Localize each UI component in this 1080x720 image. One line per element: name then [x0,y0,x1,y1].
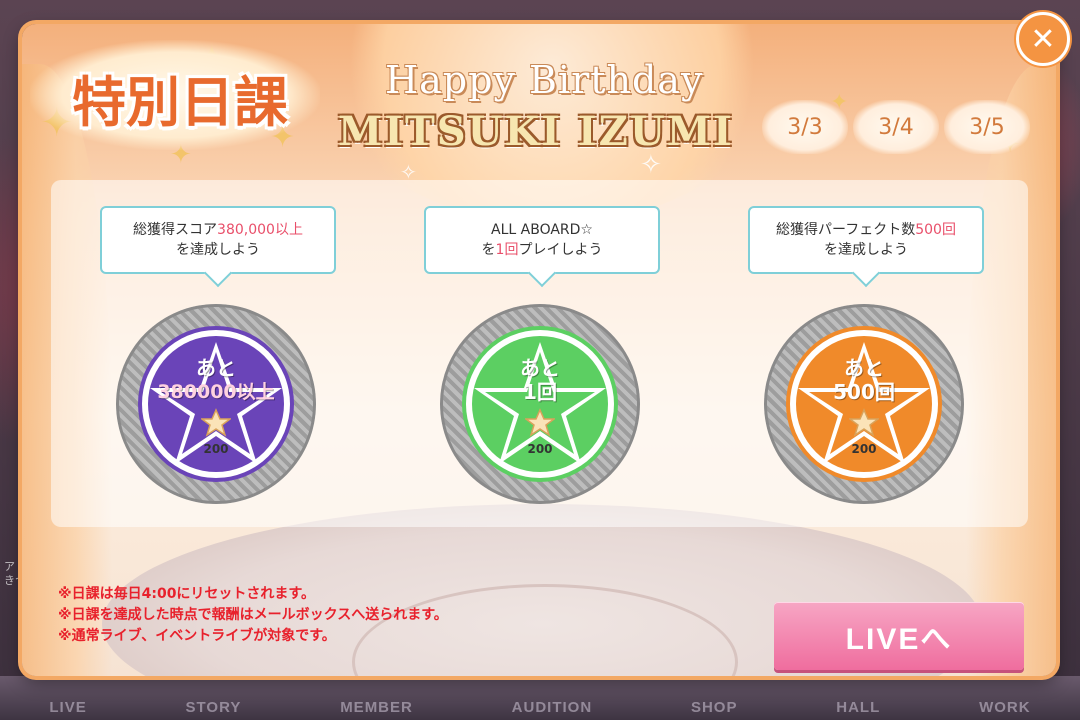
remaining-label: あと [196,356,236,380]
nav-hall[interactable]: HALL [836,699,880,716]
note-line: ※日課は毎日4:00にリセットされます。 [58,586,316,602]
reward-amount: 200 [203,442,229,456]
close-icon: ✕ [1030,21,1056,57]
close-button[interactable]: ✕ [1016,12,1070,66]
mission-card-3: 総獲得パーフェクト数500回 を達成しよう [748,206,988,274]
nav-member[interactable]: MEMBER [340,699,413,716]
reward-amount: 200 [527,442,553,456]
remaining-label: あと [844,356,884,380]
text: を [481,242,496,258]
nav-story[interactable]: STORY [186,699,242,716]
nav-audition[interactable]: AUDITION [512,699,593,716]
date-tab-1: 3/3 [762,100,848,154]
bottom-nav: LIVE STORY MEMBER AUDITION SHOP HALL WOR… [0,676,1080,720]
date-tab-3: 3/5 [944,100,1030,154]
mission-medal-2: あと 1回 200 [440,304,640,504]
reward-star-icon [525,408,555,437]
text: を達成しよう [824,242,908,258]
mission-line-2: を達成しよう [176,240,260,260]
reward-star-icon [849,408,879,437]
mission-medal-1: あと 380000以上 200 [116,304,316,504]
nav-work[interactable]: WORK [979,699,1031,716]
birthday-subtitle: Happy Birthday [385,58,704,102]
dialog-title: 特別日課 [72,71,288,134]
reward-amount: 200 [851,442,877,456]
star-icon [790,330,938,478]
mission-line-2: を1回プレイしよう [482,240,603,260]
nav-shop[interactable]: SHOP [691,699,738,716]
note-line: ※通常ライブ、イベントライブが対象です。 [58,628,336,644]
character-name: MITSUKI IZUMI [338,108,734,155]
text: プレイしよう [518,242,603,258]
remaining-value: 500回 [833,380,895,404]
remaining-value: 1回 [523,380,557,404]
mission-description: 総獲得スコア380,000以上 を達成しよう [100,206,336,274]
text: 総獲得パーフェクト数 [776,222,916,238]
mission-description: ALL ABOARD☆ を1回プレイしよう [424,206,660,274]
notes: ※日課は毎日4:00にリセットされます。 ※日課を達成した時点で報酬はメールボッ… [58,584,448,647]
text: 総獲得スコア [133,222,218,238]
mission-line-1: 総獲得スコア380,000以上 [133,220,303,240]
remaining-label: あと [520,356,560,380]
text: ALL ABOARD☆ [491,222,593,238]
highlight-text: 380,000以上 [217,222,303,238]
nav-live[interactable]: LIVE [49,699,86,716]
mission-line-1: 総獲得パーフェクト数500回 [776,220,956,240]
text: を達成しよう [176,242,260,258]
mission-description: 総獲得パーフェクト数500回 を達成しよう [748,206,984,274]
date-tab-2: 3/4 [853,100,939,154]
star-icon [142,330,290,478]
highlight-text: 1回 [495,242,519,258]
mission-card-2: ALL ABOARD☆ を1回プレイしよう [424,206,664,274]
mission-line-1: ALL ABOARD☆ [491,220,593,240]
live-button[interactable]: LIVEへ [774,602,1024,670]
mission-card-1: 総獲得スコア380,000以上 を達成しよう [100,206,340,274]
note-line: ※日課を達成した時点で報酬はメールボックスへ送られます。 [58,607,448,623]
reward-star-icon [201,408,231,437]
star-icon [466,330,614,478]
mission-medal-3: あと 500回 200 [764,304,964,504]
highlight-text: 500回 [915,222,956,238]
remaining-value: 380000以上 [157,381,275,403]
mission-line-2: を達成しよう [824,240,908,260]
